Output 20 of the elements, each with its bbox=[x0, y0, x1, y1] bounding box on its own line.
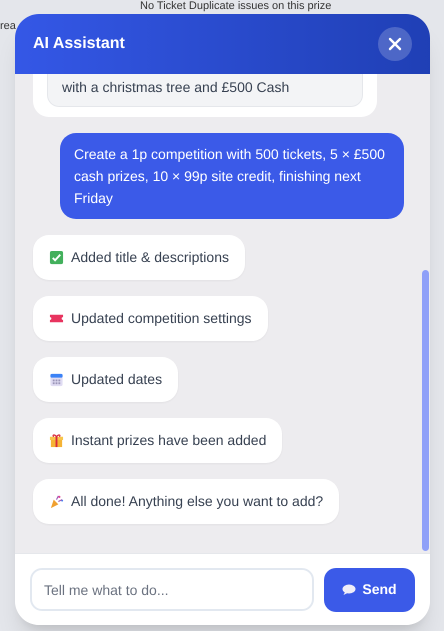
check-icon bbox=[49, 250, 64, 265]
message-text: Instant prizes have been added bbox=[71, 431, 266, 450]
close-icon bbox=[388, 37, 402, 51]
send-button[interactable]: Send bbox=[324, 568, 415, 612]
user-message: Create a 1p competition with 500 tickets, 5 × £500 cash prizes, 10 × 99p site credit, finishing next Friday bbox=[60, 133, 404, 219]
scrollbar-thumb[interactable] bbox=[422, 270, 429, 551]
message-text: with a christmas tree and £500 Cash bbox=[47, 74, 363, 107]
close-button[interactable] bbox=[378, 27, 412, 61]
message-text: Updated competition settings bbox=[71, 309, 252, 328]
background-text: rea bbox=[0, 19, 16, 34]
calendar-icon bbox=[49, 372, 64, 387]
message-text: Updated dates bbox=[71, 370, 162, 389]
party-popper-icon bbox=[49, 494, 64, 509]
message-text: All done! Anything else you want to add? bbox=[71, 492, 324, 511]
window-title: AI Assistant bbox=[33, 34, 125, 54]
message-input[interactable]: Tell me what to do... bbox=[30, 568, 314, 611]
gift-icon bbox=[49, 433, 64, 448]
message-text: Added title & descriptions bbox=[71, 248, 229, 267]
speech-bubble-icon bbox=[342, 584, 356, 595]
background-text: No Ticket Duplicate issues on this prize bbox=[140, 0, 332, 13]
